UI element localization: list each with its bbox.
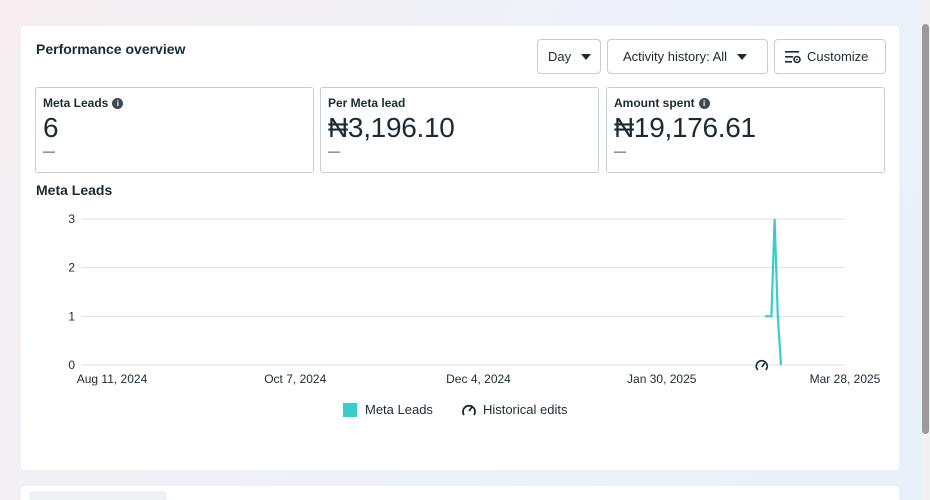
- next-section-card: [21, 486, 899, 500]
- series-line-meta-leads: [765, 218, 783, 366]
- placeholder-bar: [29, 491, 167, 500]
- y-tick-label: 2: [68, 261, 75, 275]
- x-tick-label: Mar 28, 2025: [810, 372, 881, 386]
- x-tick-label: Oct 7, 2024: [264, 372, 326, 386]
- x-tick-label: Jan 30, 2025: [627, 372, 697, 386]
- y-tick-label: 1: [68, 309, 75, 323]
- chart-legend: Meta Leads Historical edits: [343, 402, 595, 417]
- performance-overview-card: Performance overview Day Activity histor…: [21, 26, 899, 470]
- y-tick-label: 3: [68, 212, 75, 226]
- meta-leads-line-chart: 0 1 2 3 Aug 11, 2024 Oct 7, 2024 Dec 4, 2024 Ja…: [68, 212, 881, 386]
- y-tick-label: 0: [68, 358, 75, 372]
- legend-item-historical-edits[interactable]: Historical edits: [461, 402, 568, 417]
- legend-swatch: [343, 402, 357, 417]
- historical-edits-icon: [462, 404, 476, 415]
- legend-label: Meta Leads: [365, 402, 433, 417]
- scrollbar[interactable]: [921, 0, 930, 500]
- scrollbar-thumb[interactable]: [922, 24, 929, 434]
- x-tick-label: Aug 11, 2024: [77, 372, 148, 386]
- legend-label: Historical edits: [482, 402, 568, 417]
- legend-item-meta-leads[interactable]: Meta Leads: [343, 402, 433, 417]
- x-tick-label: Dec 4, 2024: [446, 372, 511, 386]
